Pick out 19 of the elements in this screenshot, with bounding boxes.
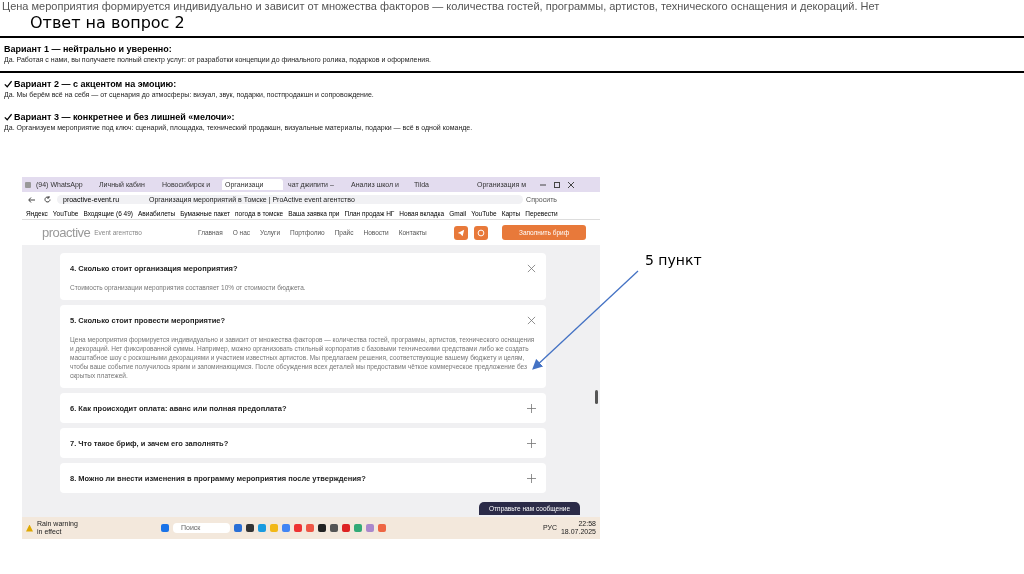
maximize-icon[interactable] (554, 181, 560, 188)
back-icon[interactable] (28, 196, 35, 203)
annotation-label: 5 пункт (645, 252, 702, 268)
plus-icon[interactable] (527, 403, 536, 413)
slide-title: Ответ на вопрос 2 (0, 13, 1024, 38)
plus-icon[interactable] (527, 438, 536, 448)
close-icon[interactable] (527, 315, 536, 325)
variant-heading: Вариант 2 — с акцентом на эмоцию: (14, 79, 177, 89)
close-icon[interactable] (527, 263, 536, 273)
close-icon[interactable] (568, 181, 574, 188)
variant-heading: Вариант 1 — нейтрально и уверенно: (4, 44, 172, 54)
plus-icon[interactable] (527, 473, 536, 483)
cut-text: Цена мероприятия формируется индивидуально и зависит от множества факторов — количества гостей, программы, артистов, технического оснащения и декораций. Нет (1, 0, 881, 13)
minimize-icon[interactable] (540, 181, 546, 188)
variant-heading: Вариант 3 — конкретнее и без лишней «мелочи»: (14, 112, 235, 122)
reload-icon[interactable] (44, 196, 51, 203)
scrollbar-thumb[interactable] (595, 390, 598, 404)
start-icon[interactable] (161, 524, 169, 532)
warning-icon[interactable] (26, 524, 33, 532)
